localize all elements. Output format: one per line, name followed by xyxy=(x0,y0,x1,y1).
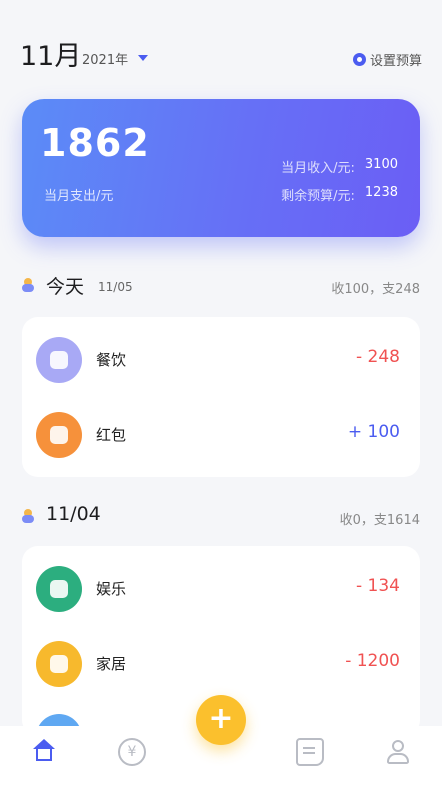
weather-icon xyxy=(22,278,34,292)
food-icon xyxy=(36,337,82,383)
header: 11月 2021年 设置预算 xyxy=(20,34,422,74)
yen-icon[interactable]: ¥ xyxy=(118,738,146,766)
list-item[interactable]: 餐饮 - 248 xyxy=(22,329,420,391)
list-item[interactable]: 娱乐 - 134 xyxy=(22,558,420,620)
list-item[interactable]: 家居 - 1200 xyxy=(22,633,420,695)
amount: - 134 xyxy=(356,576,400,596)
category-name: 餐饮 xyxy=(96,351,127,369)
sofa-icon xyxy=(36,641,82,687)
amount: + 100 xyxy=(347,422,400,442)
summary-card: 1862 当月支出/元 当月收入/元: 3100 剩余预算/元: 1238 xyxy=(22,99,420,237)
income-label: 当月收入/元: xyxy=(281,161,355,176)
income-value: 3100 xyxy=(364,157,398,172)
add-record-button[interactable]: + xyxy=(196,695,246,745)
gear-icon xyxy=(352,53,366,66)
amount: - 248 xyxy=(356,347,400,367)
day-title: 11/04 xyxy=(46,503,101,525)
day-total: 收0，支1614 xyxy=(339,513,420,528)
day-header-1104: 11/04 收0，支1614 xyxy=(22,503,420,533)
caret-down-icon[interactable] xyxy=(138,55,148,61)
amount: - 1200 xyxy=(345,651,400,671)
set-budget-button[interactable]: 设置预算 xyxy=(352,50,422,69)
remaining-budget-value: 1238 xyxy=(364,185,398,200)
remaining-budget-label: 剩余预算/元: xyxy=(281,189,355,204)
category-name: 家居 xyxy=(96,655,127,673)
weather-icon xyxy=(22,509,34,523)
income-row: 当月收入/元: 3100 xyxy=(281,157,398,176)
microphone-icon xyxy=(36,566,82,612)
day-date: 11/05 xyxy=(98,280,133,294)
set-budget-label: 设置预算 xyxy=(369,54,422,69)
day-card-today: 餐饮 - 248 红包 + 100 xyxy=(22,317,420,477)
budget-row: 剩余预算/元: 1238 xyxy=(281,185,398,204)
day-title: 今天 xyxy=(46,276,85,298)
user-icon[interactable] xyxy=(384,738,412,766)
day-total: 收100，支248 xyxy=(331,282,420,297)
month-title: 11月 xyxy=(20,41,82,72)
category-name: 红包 xyxy=(96,426,127,444)
document-icon[interactable] xyxy=(296,738,324,766)
home-icon[interactable] xyxy=(30,738,58,766)
red-envelope-icon xyxy=(36,412,82,458)
monthly-spend-value: 1862 xyxy=(40,121,150,165)
day-header-today: 今天 11/05 收100，支248 xyxy=(22,272,420,302)
monthly-spend-label: 当月支出/元 xyxy=(44,189,114,204)
category-name: 娱乐 xyxy=(96,580,127,598)
list-item[interactable]: 红包 + 100 xyxy=(22,404,420,466)
year-selector[interactable]: 2021年 xyxy=(82,49,128,68)
